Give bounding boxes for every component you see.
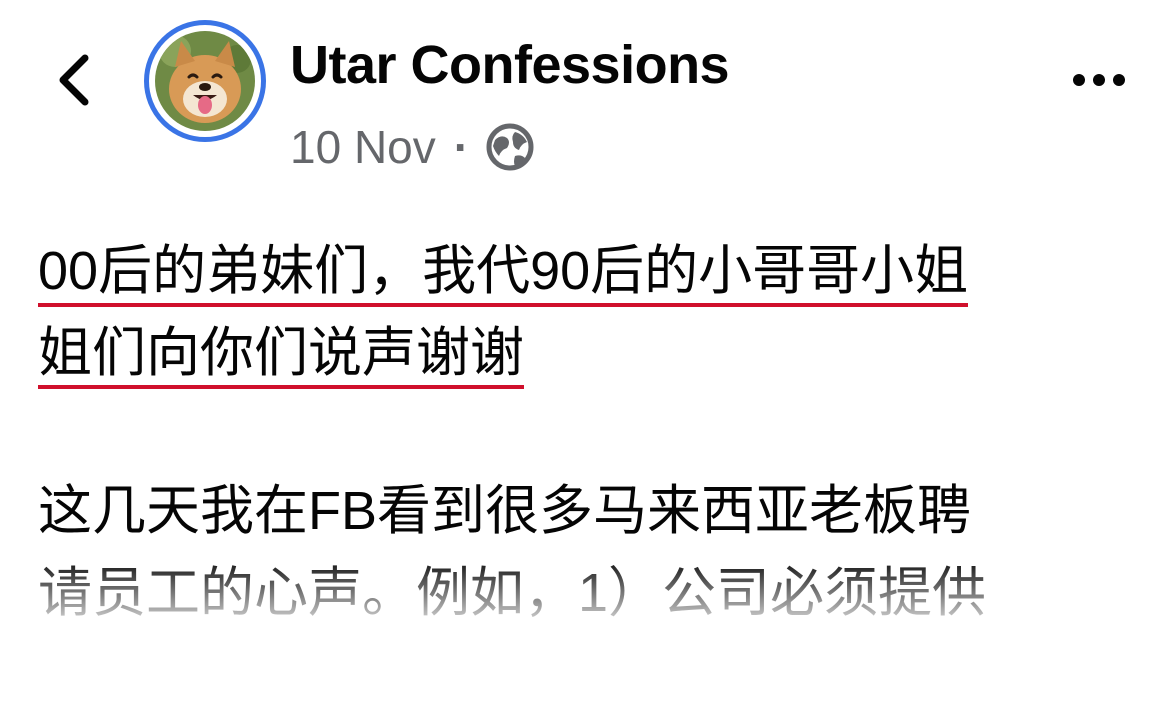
globe-icon[interactable] <box>485 122 535 172</box>
meta-separator: · <box>453 121 470 173</box>
avatar[interactable] <box>144 20 266 142</box>
post-title-line-1: 00后的弟妹们，我代90后的小哥哥小姐 <box>38 241 969 307</box>
more-horizontal-icon <box>1073 74 1125 86</box>
post-body-line-1: 这几天我在FB看到很多马来西亚老板聘 <box>38 481 972 541</box>
post-meta: 10 Nov · <box>290 120 535 174</box>
post-header: Utar Confessions 10 Nov · <box>0 0 1170 190</box>
more-options-button[interactable] <box>1066 58 1132 102</box>
post-body-text[interactable]: 这几天我在FB看到很多马来西亚老板聘 请员工的心声。例如，1）公司必须提供 <box>38 470 1138 634</box>
post-body-line-2: 请员工的心声。例如，1）公司必须提供 <box>38 563 987 623</box>
post-title: 00后的弟妹们，我代90后的小哥哥小姐 姐们向你们说声谢谢 <box>38 230 1138 394</box>
page-name[interactable]: Utar Confessions <box>290 34 730 96</box>
chevron-left-icon <box>59 54 89 106</box>
dog-avatar-image <box>155 31 255 131</box>
post-date[interactable]: 10 Nov <box>290 120 436 174</box>
post-title-line-2: 姐们向你们说声谢谢 <box>38 323 524 389</box>
back-button[interactable] <box>44 50 104 110</box>
